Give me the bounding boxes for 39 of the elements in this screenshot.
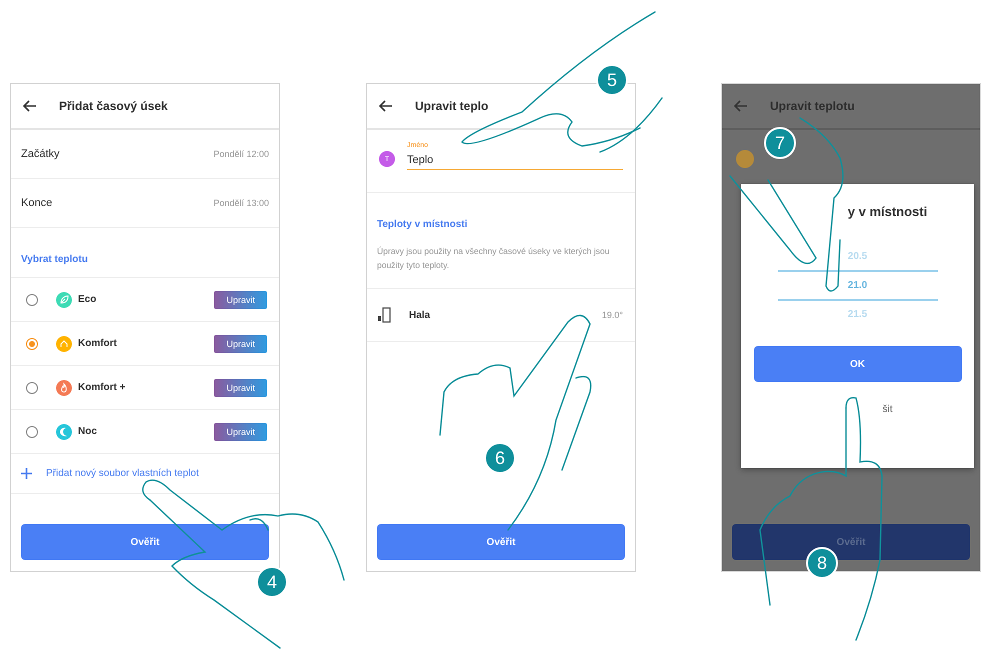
radio-button[interactable] xyxy=(26,338,38,350)
screen-title: Upravit teplotu xyxy=(770,99,855,113)
ok-button[interactable]: OK xyxy=(754,346,962,382)
screen-title: Přidat časový úsek xyxy=(59,99,168,113)
name-input-field[interactable]: Teplo xyxy=(407,152,623,170)
section-heading: Teploty v místnosti xyxy=(376,218,468,230)
radio-button[interactable] xyxy=(26,382,38,394)
back-arrow-icon[interactable] xyxy=(379,100,393,112)
row-value[interactable]: Pondělí 13:00 xyxy=(213,198,269,208)
option-label: Eco xyxy=(78,294,98,305)
back-arrow-icon[interactable] xyxy=(23,100,37,112)
option-label: Noc xyxy=(78,426,98,437)
avatar-circle xyxy=(736,150,754,168)
info-text: Úpravy jsou použity na všechny časové úseky ve kterých jsou použity tyto teploty. xyxy=(367,230,635,289)
edit-button[interactable]: Upravit xyxy=(214,422,267,440)
door-icon xyxy=(377,307,391,323)
radio-button[interactable] xyxy=(26,294,38,306)
edit-button[interactable]: Upravit xyxy=(214,334,267,352)
confirm-button[interactable]: Ověřit xyxy=(377,524,625,560)
add-link[interactable]: Přidat nový soubor vlastních teplot xyxy=(46,468,199,479)
option-label: Komfort xyxy=(78,338,118,349)
room-temperature[interactable]: 19.0° xyxy=(602,310,623,320)
row-label: Konce xyxy=(21,197,52,209)
picker-value[interactable]: 21.0 xyxy=(848,280,868,291)
radio-button[interactable] xyxy=(26,426,38,438)
screen-title: Upravit teplo xyxy=(415,99,488,113)
edit-button[interactable]: Upravit xyxy=(214,290,267,308)
option-label: Komfort + xyxy=(78,382,126,393)
row-value[interactable]: Pondělí 12:00 xyxy=(213,149,269,159)
edit-button[interactable]: Upravit xyxy=(214,378,267,396)
dialog-title: y v místnosti xyxy=(848,204,928,219)
row-label: Začátky xyxy=(21,148,60,160)
step-number-badge: 4 xyxy=(256,566,288,598)
step-number-badge: 5 xyxy=(596,64,628,96)
plus-icon[interactable] xyxy=(21,468,32,479)
room-name: Hala xyxy=(409,310,432,320)
cancel-button[interactable]: šit xyxy=(882,404,892,415)
confirm-button[interactable]: Ověřit xyxy=(21,524,269,560)
section-heading: Vybrat teplotu xyxy=(11,228,279,278)
